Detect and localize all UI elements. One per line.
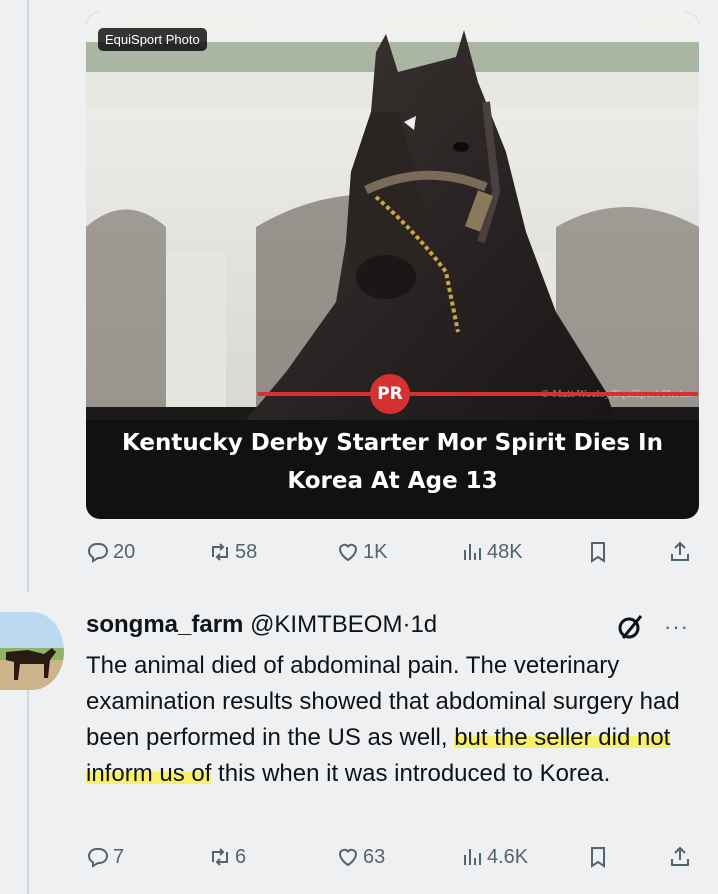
repost-button[interactable]: 6 bbox=[208, 842, 246, 872]
link-card[interactable]: EquiSport Photo © Matt Wooley/EquiSport … bbox=[86, 12, 699, 519]
thread-line bbox=[27, 0, 29, 592]
reply-button[interactable]: 20 bbox=[86, 537, 135, 567]
share-button[interactable] bbox=[668, 537, 692, 567]
reply-button[interactable]: 7 bbox=[86, 842, 124, 872]
grok-icon[interactable] bbox=[614, 611, 646, 643]
paulick-report-logo: PR bbox=[370, 374, 410, 414]
reply-header: songma_farm @KIMTBEOM·1d bbox=[86, 609, 437, 641]
avatar[interactable] bbox=[0, 612, 64, 690]
views-button[interactable]: 4.6K bbox=[460, 842, 528, 872]
timeline: EquiSport Photo © Matt Wooley/EquiSport … bbox=[0, 0, 718, 894]
share-button[interactable] bbox=[668, 842, 692, 872]
heart-icon bbox=[338, 848, 358, 867]
bookmark-icon bbox=[591, 542, 605, 563]
timestamp[interactable]: 1d bbox=[410, 611, 437, 638]
headline-line: Korea At Age 13 bbox=[287, 468, 498, 494]
share-icon bbox=[671, 541, 689, 561]
reply-action-bar: 7 6 63 4.6K bbox=[86, 842, 706, 872]
comment-icon bbox=[87, 848, 109, 868]
like-button[interactable]: 1K bbox=[336, 537, 387, 567]
headline-line: Kentucky Derby Starter Mor Spirit Dies I… bbox=[122, 430, 663, 456]
repost-count: 58 bbox=[235, 540, 258, 563]
reply-text-part: this when it was introduced to Korea. bbox=[211, 760, 611, 787]
reply-count: 20 bbox=[113, 540, 136, 563]
share-icon bbox=[671, 846, 689, 866]
horse-photo: EquiSport Photo © Matt Wooley/EquiSport … bbox=[86, 12, 699, 420]
heart-icon bbox=[338, 543, 358, 562]
views-icon bbox=[464, 849, 481, 865]
repost-button[interactable]: 58 bbox=[208, 537, 257, 567]
comment-icon bbox=[87, 543, 109, 563]
photo-credit-badge: EquiSport Photo bbox=[98, 28, 207, 51]
like-count: 1K bbox=[363, 540, 388, 563]
like-count: 63 bbox=[363, 845, 386, 868]
brand-divider bbox=[258, 392, 698, 396]
views-button[interactable]: 48K bbox=[460, 537, 523, 567]
bookmark-button[interactable] bbox=[586, 537, 610, 567]
user-handle[interactable]: @KIMTBEOM bbox=[250, 611, 402, 638]
bookmark-icon bbox=[591, 847, 605, 868]
repost-count: 6 bbox=[235, 845, 247, 868]
views-icon bbox=[464, 544, 481, 560]
views-count: 48K bbox=[487, 540, 523, 563]
repost-icon bbox=[212, 848, 228, 866]
views-count: 4.6K bbox=[487, 845, 529, 868]
like-button[interactable]: 63 bbox=[336, 842, 385, 872]
card-headline: Kentucky Derby Starter Mor Spirit Dies I… bbox=[86, 424, 699, 500]
post-action-bar: 20 58 1K 48K bbox=[86, 537, 706, 567]
reply-text: The animal died of abdominal pain. The v… bbox=[86, 648, 686, 792]
display-name[interactable]: songma_farm bbox=[86, 611, 243, 638]
reply-count: 7 bbox=[113, 845, 125, 868]
repost-icon bbox=[212, 543, 228, 561]
bookmark-button[interactable] bbox=[586, 842, 610, 872]
thread-line bbox=[27, 690, 29, 894]
more-options-icon[interactable]: ··· bbox=[664, 614, 689, 640]
